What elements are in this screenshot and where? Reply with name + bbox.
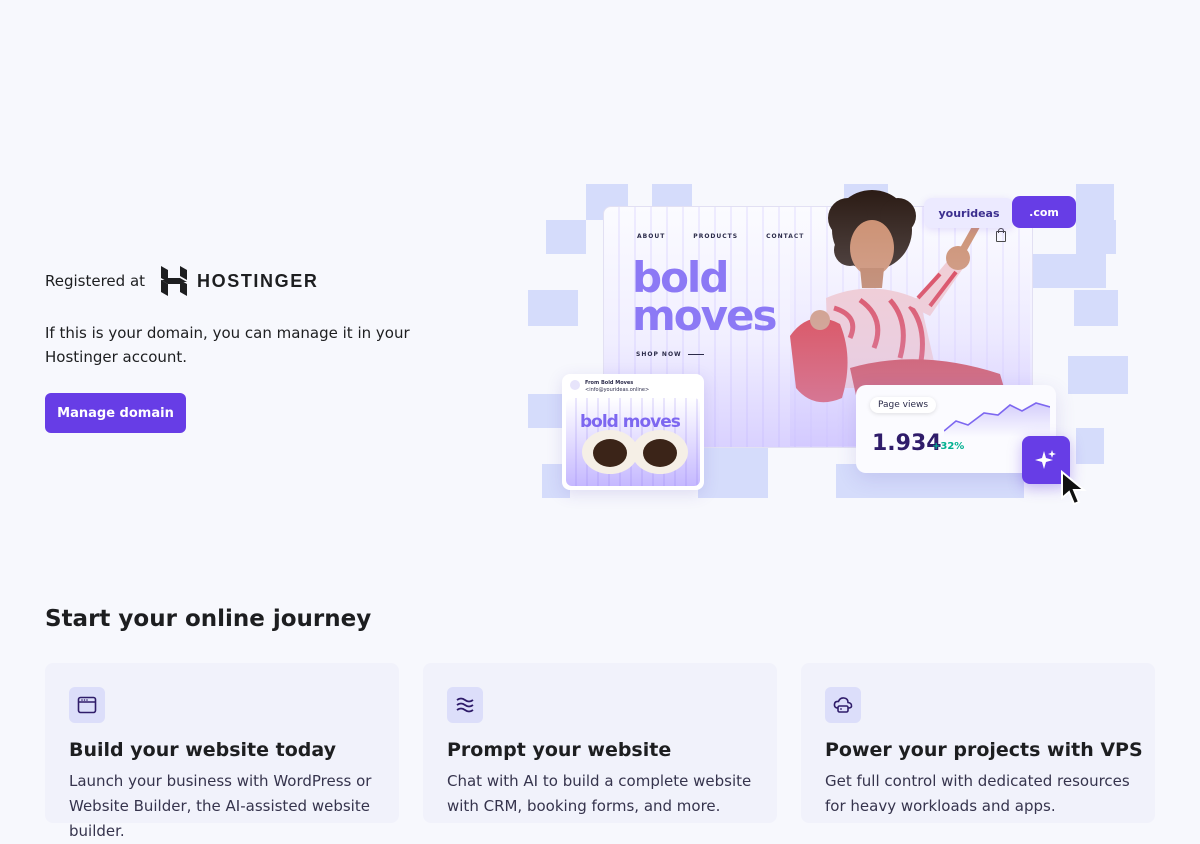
card-description: Get full control with dedicated resource… bbox=[825, 772, 1130, 815]
preview-headline-line2: moves bbox=[632, 291, 777, 340]
hero-description: If this is your domain, you can manage i… bbox=[45, 324, 410, 366]
email-header: From Bold Moves <info@yourideas.online> bbox=[570, 380, 649, 394]
page-views-sparkline bbox=[944, 402, 1050, 437]
browser-window-icon bbox=[69, 687, 105, 723]
preview-nav: ABOUT PRODUCTS CONTACT bbox=[637, 233, 804, 240]
preview-nav-about: ABOUT bbox=[637, 233, 666, 240]
card-title: Power your projects with VPS bbox=[825, 739, 1143, 761]
registered-label: Registered at bbox=[45, 272, 146, 290]
card-description: Chat with AI to build a complete website… bbox=[447, 772, 752, 815]
card-title: Prompt your website bbox=[447, 739, 672, 761]
hostinger-logo-icon bbox=[161, 266, 188, 296]
hostinger-logo: HOSTINGER bbox=[161, 266, 318, 296]
sunglasses-image bbox=[582, 430, 688, 474]
page-views-delta: +32% bbox=[932, 441, 965, 452]
sliders-icon bbox=[447, 687, 483, 723]
email-preview-card: From Bold Moves <info@yourideas.online> … bbox=[562, 374, 704, 490]
domain-tld-pill: .com bbox=[1012, 196, 1076, 228]
mouse-cursor-icon bbox=[1061, 470, 1087, 506]
email-from: From Bold Moves bbox=[585, 380, 634, 386]
preview-headline: bold moves bbox=[632, 257, 777, 340]
card-title: Build your website today bbox=[69, 739, 337, 761]
preview-shop-now: SHOP NOW bbox=[636, 351, 704, 358]
card-vps[interactable]: Power your projects with VPS Get full co… bbox=[801, 663, 1155, 823]
page-views-label: Page views bbox=[870, 397, 937, 413]
hero-illustration: ABOUT PRODUCTS CONTACT bold moves SHOP N… bbox=[528, 180, 1138, 530]
preview-nav-products: PRODUCTS bbox=[693, 233, 739, 240]
shop-now-label: SHOP NOW bbox=[636, 351, 682, 358]
card-description: Launch your business with WordPress or W… bbox=[69, 772, 372, 840]
card-prompt-website[interactable]: Prompt your website Chat with AI to buil… bbox=[423, 663, 777, 823]
sparkle-icon bbox=[1035, 450, 1056, 469]
email-address: <info@yourideas.online> bbox=[585, 387, 650, 393]
card-build-website[interactable]: Build your website today Launch your bus… bbox=[45, 663, 399, 840]
mail-icon bbox=[570, 380, 580, 390]
journey-title: Start your online journey bbox=[45, 606, 372, 632]
brand-wordmark: HOSTINGER bbox=[197, 270, 319, 291]
domain-name-pill: yourideas bbox=[924, 198, 1014, 228]
cloud-server-icon bbox=[825, 687, 861, 723]
manage-domain-button[interactable]: Manage domain bbox=[45, 393, 186, 433]
registrar-row: Registered at HOSTINGER bbox=[45, 266, 318, 296]
arrow-right-icon bbox=[687, 354, 704, 355]
